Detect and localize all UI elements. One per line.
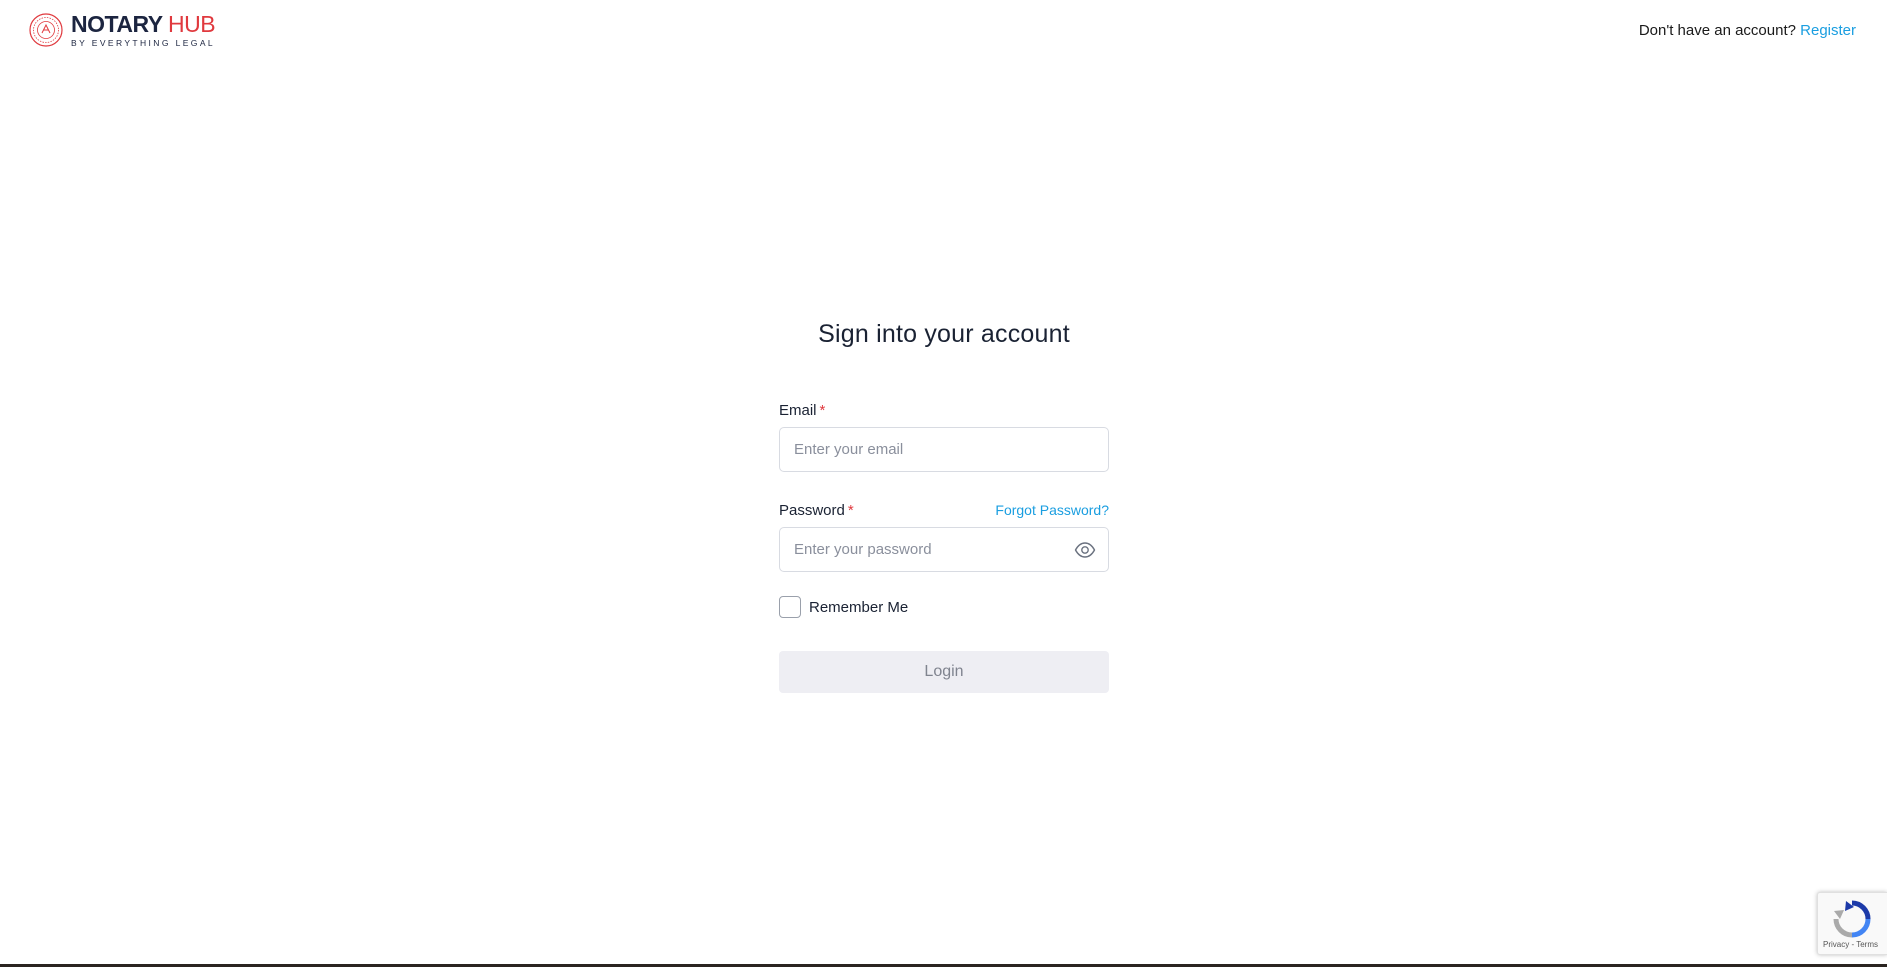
notary-seal-icon	[29, 13, 63, 47]
logo-wordmark: NOTARY HUB	[71, 11, 216, 37]
logo-word-hub: HUB	[168, 11, 216, 37]
login-button[interactable]: Login	[779, 651, 1109, 693]
password-label: Password *	[779, 502, 854, 519]
email-label: Email *	[779, 402, 825, 419]
email-input[interactable]	[780, 428, 1108, 471]
recaptcha-links: Privacy - Terms	[1823, 940, 1878, 949]
required-mark: *	[819, 401, 826, 419]
password-field-group: Password * Forgot Password?	[779, 501, 1109, 572]
required-mark: *	[847, 501, 854, 519]
recaptcha-icon	[1833, 900, 1871, 938]
recaptcha-terms-link[interactable]: Terms	[1856, 940, 1878, 949]
logo-tagline: BY EVERYTHING LEGAL	[71, 38, 216, 48]
email-field-group: Email *	[779, 401, 1109, 472]
forgot-password-link[interactable]: Forgot Password?	[995, 502, 1109, 518]
login-form: Sign into your account Email* Password* …	[779, 320, 1109, 693]
recaptcha-badge: Privacy - Terms	[1817, 892, 1887, 955]
email-label-row: Email *	[779, 401, 1109, 419]
remember-me-row: Remember Me	[779, 596, 1109, 618]
email-input-box	[779, 427, 1109, 472]
register-prompt: Don't have an account? Register	[1639, 22, 1856, 39]
logo[interactable]: NOTARY HUB BY EVERYTHING LEGAL	[29, 11, 216, 48]
login-page: NOTARY HUB BY EVERYTHING LEGAL Don't hav…	[0, 0, 1887, 967]
logo-word-notary: NOTARY	[71, 11, 163, 37]
password-label-text: Password	[779, 501, 845, 519]
password-input-box	[779, 527, 1109, 572]
eye-icon[interactable]	[1074, 541, 1096, 559]
password-input[interactable]	[780, 528, 1108, 571]
header: NOTARY HUB BY EVERYTHING LEGAL Don't hav…	[0, 0, 1887, 62]
register-link[interactable]: Register	[1800, 22, 1856, 39]
page-title: Sign into your account	[818, 320, 1070, 348]
account-prompt-text: Don't have an account?	[1638, 22, 1796, 39]
remember-me-checkbox[interactable]	[779, 596, 801, 618]
logo-text: NOTARY HUB BY EVERYTHING LEGAL	[71, 11, 216, 48]
email-label-text: Email	[779, 401, 817, 419]
password-label-row: Password * Forgot Password?	[779, 501, 1109, 519]
recaptcha-privacy-link[interactable]: Privacy	[1823, 940, 1849, 949]
remember-me-label[interactable]: Remember Me	[809, 599, 908, 616]
